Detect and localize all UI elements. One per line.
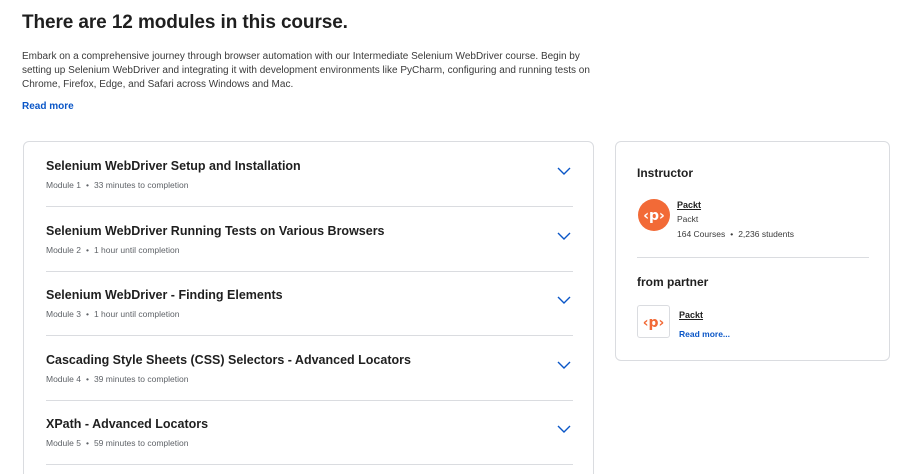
module-duration: 59 minutes to completion <box>93 438 189 448</box>
svg-text:‹p›: ‹p› <box>643 315 665 331</box>
module-duration: 1 hour until completion <box>93 309 180 319</box>
partner-read-more-link[interactable]: Read more... <box>679 329 730 339</box>
module-number: Module 3 <box>46 309 81 319</box>
module-item-2[interactable]: Selenium WebDriver Running Tests on Vari… <box>46 207 573 272</box>
module-number: Module 1 <box>46 180 81 190</box>
module-item-3[interactable]: Selenium WebDriver - Finding Elements Mo… <box>46 271 573 336</box>
course-modules-page: There are 12 modules in this course. Emb… <box>0 0 900 474</box>
instructor-org: Packt <box>677 214 699 224</box>
partner-heading: from partner <box>637 275 709 289</box>
module-item-5[interactable]: XPath - Advanced Locators Module 5 • 59 mi… <box>46 400 573 465</box>
module-number: Module 2 <box>46 245 81 255</box>
modules-list: Selenium WebDriver Setup and Installatio… <box>23 141 594 474</box>
chevron-down-icon[interactable] <box>557 360 571 370</box>
instructor-heading: Instructor <box>637 166 694 180</box>
module-title: Selenium WebDriver - Finding Elements <box>46 288 283 302</box>
course-description: Embark on a comprehensive journey throug… <box>22 51 590 90</box>
module-meta: Module 5 • 59 minutes to completion <box>46 438 188 448</box>
partner-logo[interactable]: ‹p› <box>637 305 670 338</box>
instructor-card: Instructor ‹p› Packt Packt 164 Courses • 2… <box>615 141 890 361</box>
separator-dot: • <box>85 438 89 448</box>
module-title: Selenium WebDriver Running Tests on Vari… <box>46 224 385 238</box>
separator-dot: • <box>730 229 734 239</box>
module-item-1[interactable]: Selenium WebDriver Setup and Installatio… <box>46 142 573 207</box>
module-duration: 1 hour until completion <box>93 245 180 255</box>
svg-text:‹p›: ‹p› <box>643 208 665 224</box>
module-number: Module 4 <box>46 374 81 384</box>
divider <box>637 257 869 258</box>
module-item-4[interactable]: Cascading Style Sheets (CSS) Selectors -… <box>46 336 573 401</box>
module-meta: Module 4 • 39 minutes to completion <box>46 374 188 384</box>
instructor-name-link[interactable]: Packt <box>677 200 701 210</box>
packt-logo: ‹p› <box>643 315 665 331</box>
module-number: Module 5 <box>46 438 81 448</box>
module-duration: 33 minutes to completion <box>93 180 189 190</box>
page-title: There are 12 modules in this course. <box>22 12 348 33</box>
instructor-students: 2,236 students <box>738 229 794 239</box>
chevron-down-icon[interactable] <box>557 295 571 305</box>
chevron-down-icon[interactable] <box>557 231 571 241</box>
packt-logo[interactable]: ‹p› <box>638 199 670 231</box>
module-title: XPath - Advanced Locators <box>46 417 209 431</box>
instructor-stats: 164 Courses • 2,236 students <box>677 229 794 239</box>
module-meta: Module 3 • 1 hour until completion <box>46 309 179 319</box>
module-title: Selenium WebDriver Setup and Installatio… <box>46 159 301 173</box>
separator-dot: • <box>85 374 89 384</box>
module-meta: Module 2 • 1 hour until completion <box>46 245 179 255</box>
separator-dot: • <box>85 180 89 190</box>
separator-dot: • <box>85 309 89 319</box>
module-title: Cascading Style Sheets (CSS) Selectors -… <box>46 353 411 367</box>
read-more-link[interactable]: Read more <box>22 101 74 112</box>
separator-dot: • <box>85 245 89 255</box>
module-meta: Module 1 • 33 minutes to completion <box>46 180 188 190</box>
module-duration: 39 minutes to completion <box>93 374 189 384</box>
instructor-courses: 164 Courses <box>677 229 726 239</box>
chevron-down-icon[interactable] <box>557 166 571 176</box>
partner-name-link[interactable]: Packt <box>679 310 703 320</box>
chevron-down-icon[interactable] <box>557 424 571 434</box>
